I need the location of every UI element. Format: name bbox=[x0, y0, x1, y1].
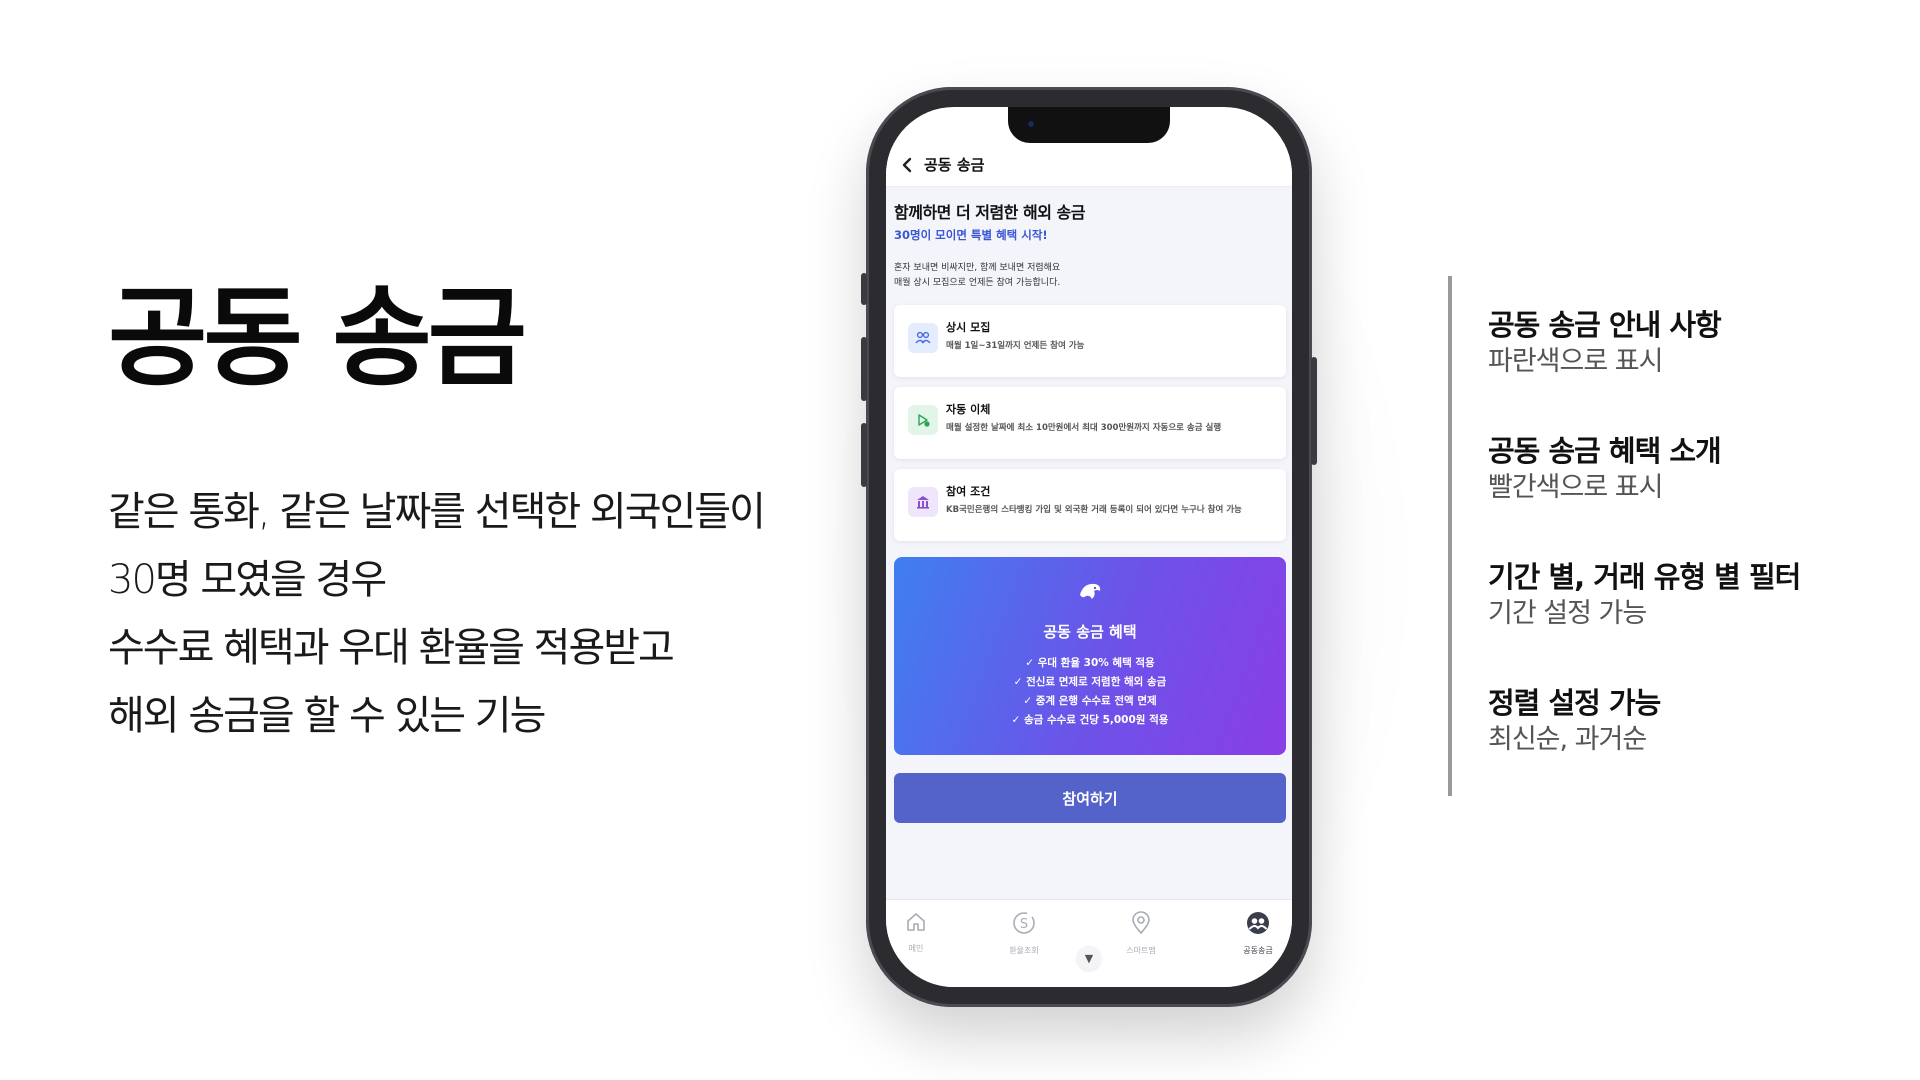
description-line: 해외 송금을 할 수 있는 기능 bbox=[108, 693, 546, 739]
card-description: KB국민은행의 스타뱅킹 가입 및 외국환 거래 등록이 되어 있다면 누구나 … bbox=[946, 505, 1242, 515]
benefit-item: ✓ 송금 수수료 건당 5,000원 적용 bbox=[1011, 714, 1169, 726]
power-button bbox=[1311, 357, 1317, 465]
map-pin-icon bbox=[1111, 910, 1171, 943]
note-title: 기간 별, 거래 유형 별 필터 bbox=[1488, 560, 1801, 594]
hero-desc-line: 혼자 보내면 비싸지만, 함께 보내면 저렴해요 bbox=[894, 263, 1061, 273]
bottom-tab-bar: 메인 S 환율조회 스마트맵 공동송금 ▼ bbox=[886, 899, 1292, 987]
note-item: 정렬 설정 가능 최신순, 과거순 bbox=[1488, 684, 1800, 758]
chevron-left-icon[interactable] bbox=[896, 154, 918, 176]
auto-transfer-icon bbox=[908, 405, 938, 435]
note-item: 공동 송금 안내 사항 파란색으로 표시 bbox=[1488, 306, 1800, 380]
benefit-item: ✓ 우대 환율 30% 혜택 적용 bbox=[1025, 657, 1155, 669]
tab-exchange-rate[interactable]: S 환율조회 bbox=[994, 910, 1054, 956]
tab-label: 공동송금 bbox=[1243, 946, 1273, 955]
card-title: 참여 조건 bbox=[946, 485, 991, 498]
card-title: 상시 모집 bbox=[946, 321, 991, 334]
benefit-panel: 공동 송금 혜택 ✓ 우대 환율 30% 혜택 적용 ✓ 전신료 면제로 저렴한… bbox=[894, 557, 1286, 755]
tab-smart-map[interactable]: 스마트맵 bbox=[1111, 910, 1171, 956]
benefit-item: ✓ 전신료 면제로 저렴한 해외 송금 bbox=[1013, 676, 1167, 688]
benefit-item: ✓ 중계 은행 수수료 전액 면제 bbox=[1023, 695, 1157, 707]
benefit-title: 공동 송금 혜택 bbox=[1043, 623, 1137, 641]
notch bbox=[1008, 107, 1170, 143]
join-button[interactable]: 참여하기 bbox=[894, 773, 1286, 823]
tab-main[interactable]: 메인 bbox=[886, 910, 946, 954]
tab-label: 스마트맵 bbox=[1126, 946, 1156, 955]
chevron-down-icon[interactable]: ▼ bbox=[1077, 946, 1101, 970]
exchange-rate-icon: S bbox=[994, 910, 1054, 943]
bank-icon bbox=[908, 487, 938, 517]
note-item: 기간 별, 거래 유형 별 필터 기간 설정 가능 bbox=[1488, 558, 1801, 632]
info-card-auto-transfer[interactable]: 자동 이체 매월 설정한 날짜에 최소 10만원에서 최대 300만원까지 자동… bbox=[894, 387, 1286, 459]
note-item: 공동 송금 혜택 소개 빨간색으로 표시 bbox=[1488, 432, 1800, 506]
card-description: 매월 1일~31일까지 언제든 참여 가능 bbox=[946, 341, 1085, 351]
tab-group-remit[interactable]: 공동송금 bbox=[1228, 910, 1288, 956]
volume-down-button bbox=[861, 423, 867, 487]
group-icon bbox=[1228, 910, 1288, 943]
slide-title: 공동 송금 bbox=[108, 276, 527, 401]
info-card-recruit[interactable]: 상시 모집 매월 1일~31일까지 언제든 참여 가능 bbox=[894, 305, 1286, 377]
note-subtitle: 빨간색으로 표시 bbox=[1488, 472, 1663, 503]
phone-screen: 공동 송금 함께하면 더 저렴한 해외 송금 30명이 모이면 특별 혜택 시작… bbox=[886, 107, 1292, 987]
card-description: 매월 설정한 날짜에 최소 10만원에서 최대 300만원까지 자동으로 송금 … bbox=[946, 423, 1222, 433]
note-subtitle: 기간 설정 가능 bbox=[1488, 598, 1647, 629]
hero-description: 혼자 보내면 비싸지만, 함께 보내면 저렴해요 매월 상시 모집으로 언제든 … bbox=[894, 261, 1284, 291]
description-line: 30명 모였을 경우 bbox=[108, 557, 387, 603]
people-icon bbox=[908, 323, 938, 353]
card-title: 자동 이체 bbox=[946, 403, 991, 416]
notes-divider bbox=[1448, 276, 1452, 796]
description-line: 같은 통화, 같은 날짜를 선택한 외국인들이 bbox=[108, 489, 766, 535]
app-header-title: 공동 송금 bbox=[924, 156, 985, 174]
home-icon bbox=[886, 910, 946, 941]
annotation-notes: 공동 송금 안내 사항 파란색으로 표시 공동 송금 혜택 소개 빨간색으로 표… bbox=[1488, 306, 1801, 810]
tab-label: 환율조회 bbox=[1009, 946, 1039, 955]
volume-up-button bbox=[861, 337, 867, 401]
hero-title: 함께하면 더 저렴한 해외 송금 bbox=[894, 203, 1085, 222]
hero-desc-line: 매월 상시 모집으로 언제든 참여 가능합니다. bbox=[894, 278, 1061, 288]
note-title: 정렬 설정 가능 bbox=[1488, 686, 1661, 720]
tab-label: 메인 bbox=[908, 944, 924, 953]
hero-subtitle: 30명이 모이면 특별 혜택 시작! bbox=[894, 228, 1048, 242]
app-header: 공동 송금 bbox=[886, 143, 1292, 187]
note-subtitle: 파란색으로 표시 bbox=[1488, 346, 1663, 377]
info-card-condition[interactable]: 참여 조건 KB국민은행의 스타뱅킹 가입 및 외국환 거래 등록이 되어 있다… bbox=[894, 469, 1286, 541]
mute-switch bbox=[861, 273, 867, 305]
slide-description: 같은 통화, 같은 날짜를 선택한 외국인들이 30명 모였을 경우 수수료 혜… bbox=[108, 478, 788, 750]
camera-icon bbox=[1026, 119, 1036, 129]
phone-mockup: 공동 송금 함께하면 더 저렴한 해외 송금 30명이 모이면 특별 혜택 시작… bbox=[861, 87, 1317, 1007]
note-title: 공동 송금 혜택 소개 bbox=[1488, 434, 1722, 468]
note-title: 공동 송금 안내 사항 bbox=[1488, 308, 1722, 342]
dolphin-icon bbox=[1073, 575, 1107, 609]
note-subtitle: 최신순, 과거순 bbox=[1488, 724, 1647, 755]
description-line: 수수료 혜택과 우대 환율을 적용받고 bbox=[108, 625, 675, 671]
benefit-list: ✓ 우대 환율 30% 혜택 적용 ✓ 전신료 면제로 저렴한 해외 송금 ✓ … bbox=[1012, 654, 1169, 730]
svg-text:S: S bbox=[1020, 917, 1028, 932]
main-content: 함께하면 더 저렴한 해외 송금 30명이 모이면 특별 혜택 시작! 혼자 보… bbox=[886, 187, 1292, 899]
